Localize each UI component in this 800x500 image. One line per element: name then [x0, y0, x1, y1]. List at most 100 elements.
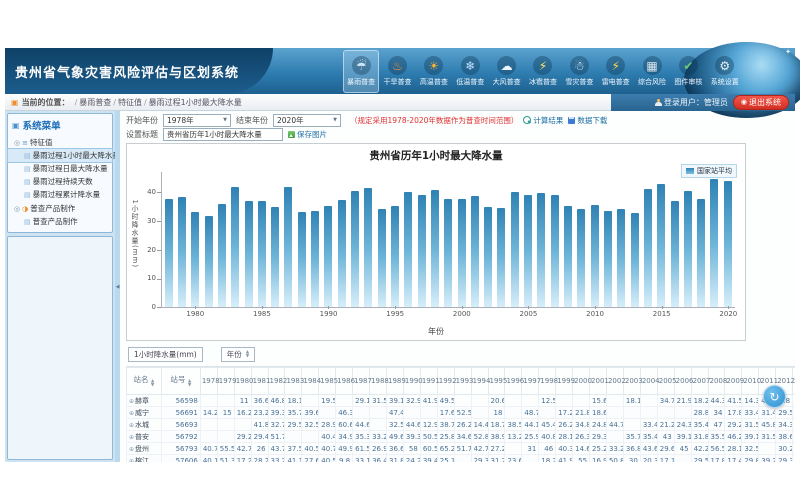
bar-1983[interactable]: [231, 187, 239, 307]
year-column-header-1998[interactable]: 1998: [539, 368, 556, 395]
toolbar-item-drought[interactable]: ♨干旱普查: [379, 50, 415, 93]
year-column-header-1982[interactable]: 1982: [268, 368, 285, 395]
year-column-header-1990[interactable]: 1990: [403, 368, 420, 395]
toolbar-item-heat[interactable]: ☀高温普查: [416, 50, 452, 93]
bar-1987[interactable]: [284, 187, 292, 307]
tree-toggle-icon[interactable]: ◎: [14, 139, 20, 147]
bar-1991[interactable]: [338, 200, 346, 308]
year-column-header-1993[interactable]: 1993: [454, 368, 471, 395]
bar-1984[interactable]: [245, 201, 253, 307]
bar-2014[interactable]: [644, 189, 652, 307]
toolbar-item-snow[interactable]: ☃雪灾普查: [561, 50, 597, 93]
chart-title-input[interactable]: [163, 128, 283, 141]
year-column-header-1984[interactable]: 1984: [302, 368, 319, 395]
logout-button[interactable]: ◉退出系统: [733, 95, 789, 110]
bar-1999[interactable]: [444, 199, 452, 307]
year-column-header-1987[interactable]: 1987: [353, 368, 370, 395]
bar-2004[interactable]: [511, 192, 519, 307]
tree-item-1-0[interactable]: ▤普查产品制作: [8, 215, 112, 228]
station-name-cell[interactable]: ⊕赫章: [127, 395, 162, 407]
bar-2015[interactable]: [657, 184, 665, 307]
station-name-cell[interactable]: ⊕威宁: [127, 407, 162, 419]
toolbar-item-wind[interactable]: ☁大风普查: [488, 50, 524, 93]
year-column-header-1980[interactable]: 1980: [234, 368, 251, 395]
bar-2000[interactable]: [458, 199, 466, 307]
year-column-header-1994[interactable]: 1994: [471, 368, 488, 395]
year-column-header-2003[interactable]: 2003: [623, 368, 640, 395]
bar-1993[interactable]: [364, 188, 372, 307]
expand-row-icon[interactable]: ⊕: [129, 434, 134, 441]
bar-1980[interactable]: [191, 212, 199, 308]
year-column-header-1985[interactable]: 1985: [319, 368, 336, 395]
start-year-select[interactable]: 1978年▼: [163, 114, 231, 127]
bar-1985[interactable]: [258, 201, 266, 307]
year-column-header-1995[interactable]: 1995: [488, 368, 505, 395]
year-column-header-1988[interactable]: 1988: [370, 368, 387, 395]
toolbar-item-cold[interactable]: ❄低温普查: [452, 50, 488, 93]
year-column-header-1992[interactable]: 1992: [437, 368, 454, 395]
breadcrumb-item[interactable]: 暴雨过程1小时最大降水量: [149, 98, 242, 107]
year-column-header-2007[interactable]: 2007: [691, 368, 708, 395]
name-column-header[interactable]: 站名 ▲▼: [127, 368, 162, 395]
bar-2002[interactable]: [484, 207, 492, 307]
bar-2019[interactable]: [710, 179, 718, 307]
bar-1990[interactable]: [324, 206, 332, 307]
station-name-cell[interactable]: ⊕盘州: [127, 443, 162, 455]
id-column-header[interactable]: 站号 ▲▼: [161, 368, 200, 395]
expand-row-icon[interactable]: ⊕: [129, 458, 134, 463]
tree-group-1[interactable]: ◎◑普查产品制作: [8, 201, 112, 215]
bar-2016[interactable]: [671, 201, 679, 307]
bar-2008[interactable]: [564, 206, 572, 307]
year-column-header-2009[interactable]: 2009: [725, 368, 742, 395]
year-column-header-1991[interactable]: 1991: [420, 368, 437, 395]
breadcrumb-item[interactable]: 暴雨普查: [79, 98, 111, 107]
bar-1994[interactable]: [378, 209, 386, 307]
year-column-header-1979[interactable]: 1979: [217, 368, 234, 395]
expand-row-icon[interactable]: ⊕: [129, 410, 134, 417]
toolbar-item-risk[interactable]: ▦综合风险: [634, 50, 670, 93]
station-name-cell[interactable]: ⊕榕江: [127, 455, 162, 463]
end-year-select[interactable]: 2020年▼: [273, 114, 341, 127]
toolbar-item-hail[interactable]: ⚡冰雹普查: [525, 50, 561, 93]
bar-2005[interactable]: [524, 195, 532, 307]
bar-2017[interactable]: [684, 191, 692, 307]
save-image-button[interactable]: 保存图片: [288, 129, 327, 140]
bar-1982[interactable]: [218, 204, 226, 308]
expand-row-icon[interactable]: ⊕: [129, 422, 134, 429]
year-column-header-2002[interactable]: 2002: [606, 368, 623, 395]
bar-2018[interactable]: [697, 199, 705, 307]
tree-item-0-0[interactable]: ▤暴雨过程1小时最大降水量: [8, 149, 112, 162]
bar-1979[interactable]: [178, 197, 186, 307]
bar-2011[interactable]: [604, 211, 612, 307]
year-column-header-1997[interactable]: 1997: [522, 368, 539, 395]
bar-2010[interactable]: [591, 205, 599, 307]
bar-2007[interactable]: [551, 195, 559, 307]
bar-2001[interactable]: [471, 196, 479, 307]
bar-2006[interactable]: [537, 193, 545, 307]
bar-1986[interactable]: [271, 207, 279, 307]
toolbar-item-rainstorm[interactable]: ☔暴雨普查: [343, 50, 379, 93]
year-column-header-2001[interactable]: 2001: [590, 368, 607, 395]
tree-item-0-1[interactable]: ▤暴雨过程日最大降水量: [8, 162, 112, 175]
bar-1997[interactable]: [418, 195, 426, 307]
year-column-header-1996[interactable]: 1996: [505, 368, 522, 395]
year-sort-filter[interactable]: 年份▲▼: [221, 347, 255, 362]
toolbar-item-settings[interactable]: ⚙系统设置: [707, 50, 743, 93]
value-type-filter[interactable]: 1小时降水量(mm): [128, 347, 203, 362]
expand-row-icon[interactable]: ⊕: [129, 446, 134, 453]
floating-refresh-button[interactable]: ↻: [763, 385, 786, 408]
year-column-header-2000[interactable]: 2000: [573, 368, 590, 395]
tree-group-0[interactable]: ◎≡特征值: [8, 135, 112, 149]
year-column-header-1989[interactable]: 1989: [386, 368, 403, 395]
year-column-header-1999[interactable]: 1999: [556, 368, 573, 395]
toolbar-item-mapreview[interactable]: ✔图件审核: [670, 50, 706, 93]
bar-2009[interactable]: [577, 209, 585, 307]
bar-1992[interactable]: [351, 191, 359, 307]
bar-2012[interactable]: [617, 209, 625, 307]
bar-1988[interactable]: [298, 212, 306, 308]
year-column-header-1981[interactable]: 1981: [251, 368, 268, 395]
bar-1978[interactable]: [165, 199, 173, 307]
station-name-cell[interactable]: ⊕水城: [127, 419, 162, 431]
expand-row-icon[interactable]: ⊕: [129, 398, 134, 405]
bar-2013[interactable]: [631, 213, 639, 307]
